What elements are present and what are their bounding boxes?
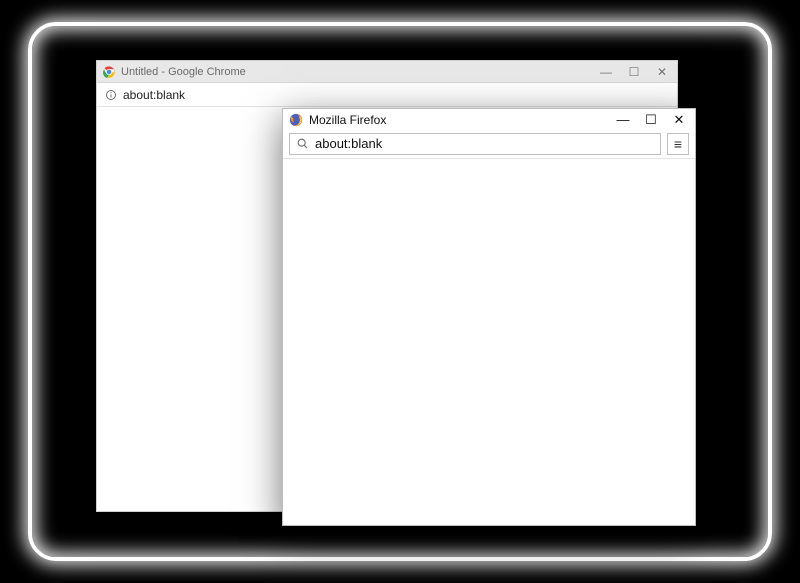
firefox-logo-icon [289, 113, 303, 127]
firefox-close-button[interactable]: ✕ [671, 112, 687, 128]
firefox-titlebar[interactable]: Mozilla Firefox — ☐ ✕ [283, 109, 695, 131]
chrome-window-title: Untitled - Google Chrome [121, 66, 599, 78]
chrome-address-bar[interactable]: about:blank [97, 83, 677, 107]
firefox-menu-button[interactable]: ≡ [667, 133, 689, 155]
firefox-address-bar[interactable]: about:blank [289, 133, 661, 155]
firefox-toolbar: about:blank ≡ [283, 131, 695, 159]
firefox-window[interactable]: Mozilla Firefox — ☐ ✕ about:blank ≡ [282, 108, 696, 526]
chrome-titlebar[interactable]: Untitled - Google Chrome — ☐ ✕ [97, 61, 677, 83]
search-icon [296, 137, 309, 150]
chrome-close-button[interactable]: ✕ [655, 65, 669, 79]
site-info-icon[interactable] [105, 89, 117, 101]
firefox-maximize-button[interactable]: ☐ [643, 112, 659, 128]
firefox-window-title: Mozilla Firefox [309, 113, 615, 127]
chrome-logo-icon [103, 66, 115, 78]
chrome-url-text[interactable]: about:blank [123, 88, 669, 102]
firefox-minimize-button[interactable]: — [615, 112, 631, 128]
chrome-window-controls: — ☐ ✕ [599, 65, 671, 79]
firefox-page-content [283, 161, 695, 525]
chrome-minimize-button[interactable]: — [599, 65, 613, 79]
hamburger-icon: ≡ [674, 136, 682, 152]
desktop-stage: Untitled - Google Chrome — ☐ ✕ about:bla… [0, 0, 800, 583]
chrome-maximize-button[interactable]: ☐ [627, 65, 641, 79]
firefox-window-controls: — ☐ ✕ [615, 112, 689, 128]
firefox-url-text[interactable]: about:blank [315, 136, 654, 151]
